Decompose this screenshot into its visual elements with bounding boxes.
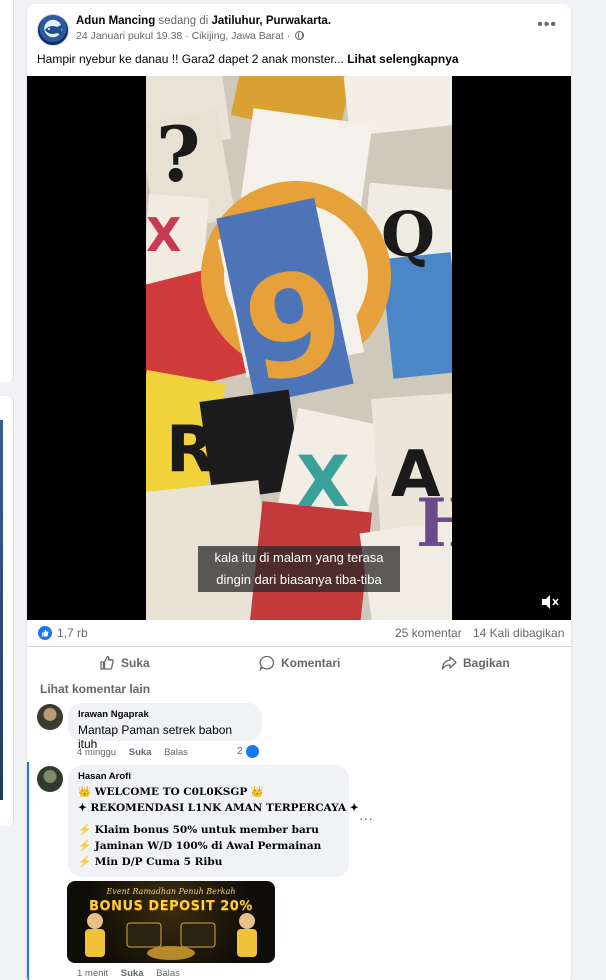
comment-time[interactable]: 1 menit: [77, 968, 108, 979]
post-caption: Hampir nyebur ke danau !! Gara2 dapet 2 …: [37, 52, 459, 66]
post-place: Cikijing, Jawa Barat: [191, 30, 284, 42]
tile-letter-8: H: [416, 484, 452, 562]
comment-line: ⚡ Min D/P Cuma 5 Ribu: [78, 856, 223, 868]
share-button-label: Bagikan: [463, 656, 510, 670]
page-avatar[interactable]: [37, 14, 69, 46]
tile-letter-3: X: [146, 208, 181, 262]
see-more-link[interactable]: Lihat selengkapnya: [347, 52, 458, 66]
share-button[interactable]: Bagikan: [441, 647, 510, 679]
post-meta: 24 Januari pukul 19.38 · Cikijing, Jawa …: [76, 30, 305, 42]
comment-meta: 4 minggu Suka Balas: [77, 747, 198, 758]
left-side-image-strip: [0, 420, 3, 800]
comment-line: ⚡ Jaminan W/D 100% di Awal Permainan: [78, 840, 322, 852]
tile-letter-2: Q: [381, 198, 435, 271]
author-line: Adun Mancing sedang di Jatiluhur, Purwak…: [76, 15, 331, 27]
comment-reaction-count[interactable]: 2: [237, 746, 243, 757]
banner-figures-image: [85, 913, 257, 960]
comment-time[interactable]: 4 minggu: [77, 747, 116, 758]
subtitle-line-2: dingin dari biasanya tiba-tiba: [216, 572, 382, 587]
comment-bubble-icon: [259, 655, 275, 671]
commenter-avatar[interactable]: [37, 704, 63, 730]
action-text: sedang di: [158, 15, 209, 27]
comment-reply-link[interactable]: Balas: [156, 968, 180, 979]
share-arrow-icon: [441, 656, 457, 670]
like-reaction-icon: [38, 626, 52, 640]
comment-reply-link[interactable]: Balas: [164, 747, 188, 758]
commenter-name[interactable]: Irawan Ngaprak: [78, 709, 252, 720]
comment-line: ✦ REKOMENDASI L1NK AMAN TERPERCAYA ✦: [78, 802, 359, 814]
reaction-stats: 1,7 rb 25 komentar 14 Kali dibagikan: [27, 620, 571, 646]
share-count[interactable]: 14 Kali dibagikan: [473, 626, 564, 640]
reply-highlight-bar: [27, 762, 29, 980]
letter-collage-image: ? Q X 9 R A X H: [146, 76, 452, 620]
see-more-comments-link[interactable]: Lihat komentar lain: [40, 682, 150, 696]
comment-like-reaction-icon: [246, 745, 259, 758]
tile-letter-5: R: [166, 413, 215, 487]
comment-bubble: Irawan Ngaprak Mantap Paman setrek babon…: [68, 703, 262, 751]
comment-line: 👑 WELCOME TO C0L0KSGP 👑: [78, 786, 264, 798]
tile-letter-7: X: [296, 441, 350, 523]
fish-logo-icon: [45, 24, 63, 36]
like-button[interactable]: Suka: [99, 647, 150, 679]
more-options-icon[interactable]: •••: [537, 16, 557, 34]
tile-letter-1: ?: [156, 110, 201, 199]
comment-button-label: Komentari: [281, 656, 341, 670]
comment-count[interactable]: 25 komentar: [395, 626, 462, 640]
left-side-card: [0, 0, 14, 382]
video-frame: ? Q X 9 R A X H kala itu di malam yang t…: [146, 76, 452, 620]
comment-like-link[interactable]: Suka: [121, 968, 144, 979]
comment-like-link[interactable]: Suka: [129, 747, 152, 758]
comment-button[interactable]: Komentari: [259, 647, 340, 679]
video-player[interactable]: ? Q X 9 R A X H kala itu di malam yang t…: [27, 76, 571, 620]
author-name[interactable]: Adun Mancing: [76, 15, 155, 27]
comment-options-icon[interactable]: ···: [359, 810, 373, 826]
post-date[interactable]: 24 Januari pukul 19.38: [76, 30, 182, 42]
like-button-label: Suka: [121, 656, 150, 670]
comment-line: ⚡ Klaim bonus 50% untuk member baru: [78, 824, 319, 836]
post-card: Adun Mancing sedang di Jatiluhur, Purwak…: [27, 4, 571, 980]
comment-bubble: Hasan Arofi 👑 WELCOME TO C0L0KSGP 👑 ✦ RE…: [68, 765, 359, 877]
comment-meta: 1 menit Suka Balas: [77, 968, 190, 979]
like-count[interactable]: 1,7 rb: [57, 626, 88, 640]
muted-speaker-icon[interactable]: [541, 594, 559, 610]
video-subtitle: kala itu di malam yang terasa dingin dar…: [198, 546, 400, 592]
comment-image-banner[interactable]: Event Ramadhan Penuh Berkah BONUS DEPOSI…: [67, 881, 275, 963]
post-header: Adun Mancing sedang di Jatiluhur, Purwak…: [27, 4, 571, 52]
subtitle-line-1: kala itu di malam yang terasa: [214, 550, 384, 565]
commenter-avatar[interactable]: [37, 766, 63, 792]
thumbs-up-icon: [100, 655, 114, 670]
globe-icon: [295, 31, 305, 40]
action-bar: Suka Komentari Bagikan: [27, 646, 571, 678]
commenter-name[interactable]: Hasan Arofi: [78, 771, 339, 782]
location-link[interactable]: Jatiluhur, Purwakarta.: [212, 15, 332, 27]
caption-text: Hampir nyebur ke danau !! Gara2 dapet 2 …: [37, 52, 344, 66]
